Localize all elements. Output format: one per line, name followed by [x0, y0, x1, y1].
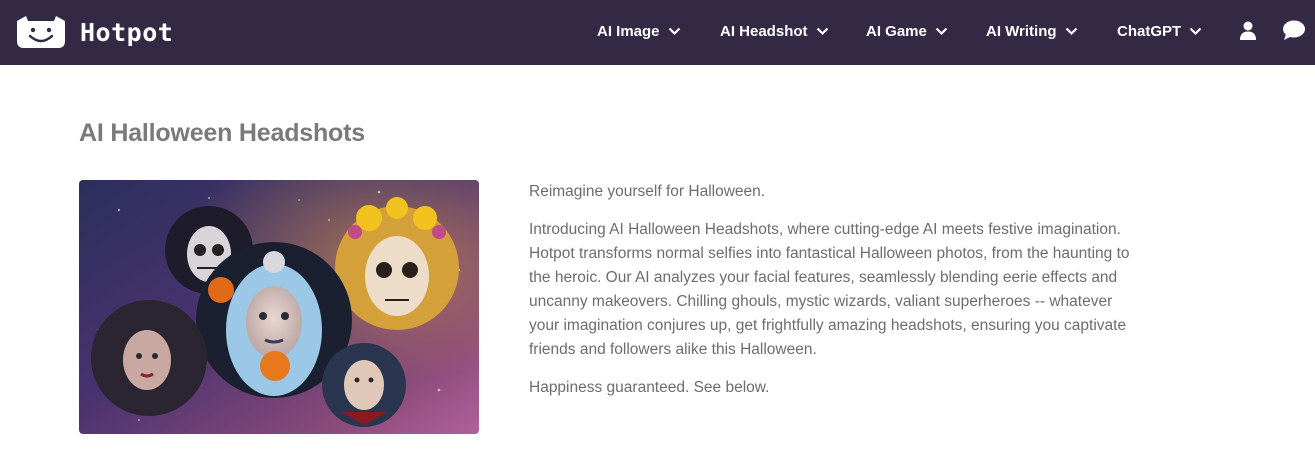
page-title: AI Halloween Headshots — [79, 119, 365, 147]
nav-item-label: AI Writing — [986, 22, 1057, 40]
nav-item-label: ChatGPT — [1117, 22, 1182, 40]
nav-item-label: AI Game — [866, 22, 927, 40]
description-paragraph: Introducing AI Halloween Headshots, wher… — [529, 221, 1130, 358]
nav-item-chatgpt[interactable]: ChatGPT — [1117, 20, 1202, 42]
chevron-down-icon — [935, 27, 948, 36]
chat-bubble-icon[interactable] — [1282, 20, 1306, 41]
brand-logo-link[interactable]: Hotpot — [14, 12, 173, 52]
top-navbar: Hotpot AI Image AI Headshot AI Game AI W… — [0, 0, 1315, 65]
guarantee-paragraph: Happiness guaranteed. See below. — [529, 379, 770, 396]
nav-item-ai-writing[interactable]: AI Writing — [986, 20, 1078, 42]
nav-item-label: AI Headshot — [720, 22, 808, 40]
user-icon[interactable] — [1239, 21, 1257, 40]
halloween-headshots-collage-image — [79, 180, 479, 434]
chevron-down-icon — [668, 27, 681, 36]
nav-item-ai-image[interactable]: AI Image — [597, 20, 681, 42]
chevron-down-icon — [1189, 27, 1202, 36]
chevron-down-icon — [1065, 27, 1078, 36]
smiley-logo-icon — [17, 16, 65, 48]
nav-item-ai-headshot[interactable]: AI Headshot — [720, 20, 829, 42]
nav-item-label: AI Image — [597, 22, 660, 40]
nav-item-ai-game[interactable]: AI Game — [866, 20, 948, 42]
chevron-down-icon — [816, 27, 829, 36]
intro-text: Reimagine yourself for Halloween. Introd… — [529, 180, 1139, 414]
intro-paragraph: Reimagine yourself for Halloween. — [529, 183, 766, 200]
brand-name: Hotpot — [80, 17, 174, 47]
